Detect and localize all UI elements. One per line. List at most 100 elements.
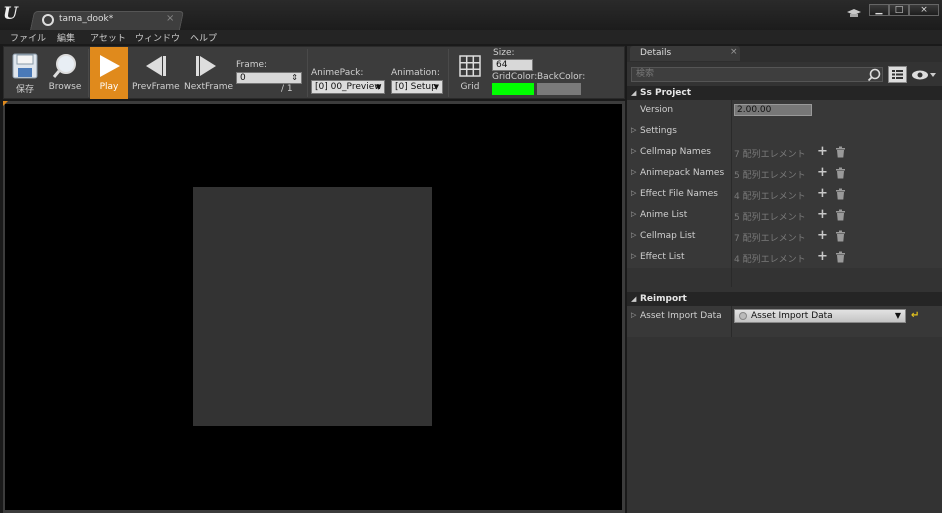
minimize-button[interactable]: ▁ xyxy=(869,4,889,16)
add-element-icon[interactable]: + xyxy=(817,207,828,222)
graduation-cap-icon[interactable] xyxy=(847,8,861,24)
menu-edit[interactable]: 編集 xyxy=(57,31,75,44)
eye-icon[interactable] xyxy=(911,68,937,82)
add-element-icon[interactable]: + xyxy=(817,249,828,264)
collapse-triangle-icon: ◢ xyxy=(631,295,637,303)
menu-window[interactable]: ウィンドウ xyxy=(135,31,180,44)
animepack-select[interactable]: [0] 00_Preview ▼ xyxy=(311,80,385,94)
property-value: 4 配列エレメント xyxy=(734,255,806,265)
grid-icon xyxy=(459,55,481,77)
animation-value: [0] Setup xyxy=(395,82,437,92)
trash-icon[interactable] xyxy=(835,230,846,242)
property-row-cellmap-list: ▷ Cellmap List 7 配列エレメント + xyxy=(627,226,942,247)
reset-arrow-icon[interactable]: ↵ xyxy=(911,310,919,321)
menu-bar: ファイル 編集 アセット ウィンドウ ヘルプ xyxy=(0,30,942,44)
back-color-swatch[interactable] xyxy=(537,83,581,95)
gridcolor-label: GridColor: xyxy=(492,72,538,82)
property-name: Effect List xyxy=(640,252,685,262)
category-reimport[interactable]: ◢ Reimport xyxy=(627,292,942,306)
sprite-preview-square xyxy=(193,187,432,426)
grid-color-swatch[interactable] xyxy=(492,83,534,95)
add-element-icon[interactable]: + xyxy=(817,144,828,159)
property-row-settings[interactable]: ▷ Settings xyxy=(627,121,942,142)
add-element-icon[interactable]: + xyxy=(817,186,828,201)
play-button[interactable]: Play xyxy=(90,47,128,99)
size-value: 64 xyxy=(496,60,508,70)
magnifier-icon xyxy=(52,54,76,78)
search-icon[interactable] xyxy=(867,68,881,82)
property-row-asset-import-data: ▷ Asset Import Data Asset Import Data ▼ … xyxy=(627,306,942,337)
browse-button[interactable]: Browse xyxy=(45,47,85,99)
add-element-icon[interactable]: + xyxy=(817,228,828,243)
asset-circle-icon xyxy=(739,312,747,320)
toolbar-divider xyxy=(448,49,449,97)
prev-frame-label: PrevFrame xyxy=(132,82,180,92)
unreal-logo-icon[interactable]: U xyxy=(3,4,23,24)
size-input[interactable]: 64 xyxy=(492,59,533,71)
title-bar: U tama_dook* × ▁ □ × xyxy=(0,0,942,30)
chevron-down-icon: ▼ xyxy=(433,83,439,91)
column-divider[interactable] xyxy=(731,100,732,287)
save-button[interactable]: 保存 xyxy=(6,47,44,99)
animepack-value: [0] 00_Preview xyxy=(315,82,382,92)
trash-icon[interactable] xyxy=(835,167,846,179)
property-value: 4 配列エレメント xyxy=(734,192,806,202)
maximize-button[interactable]: □ xyxy=(889,4,909,16)
expand-triangle-icon[interactable]: ▷ xyxy=(631,311,636,319)
expand-triangle-icon[interactable]: ▷ xyxy=(631,168,636,176)
grid-button[interactable]: Grid xyxy=(452,47,488,99)
prev-frame-button[interactable]: PrevFrame xyxy=(132,47,180,99)
expand-triangle-icon[interactable]: ▷ xyxy=(631,210,636,218)
trash-icon[interactable] xyxy=(835,188,846,200)
next-frame-label: NextFrame xyxy=(184,82,234,92)
property-value: 7 配列エレメント xyxy=(734,234,806,244)
toolbar-divider xyxy=(307,49,308,97)
expand-triangle-icon[interactable]: ▷ xyxy=(631,252,636,260)
asset-import-label: Asset Import Data xyxy=(640,311,722,321)
trash-icon[interactable] xyxy=(835,209,846,221)
details-tab-label: Details xyxy=(640,48,672,58)
menu-help[interactable]: ヘルプ xyxy=(190,31,217,44)
frame-input[interactable]: 0 ⇕ xyxy=(236,72,302,84)
play-icon xyxy=(100,55,120,77)
property-row-effect-list: ▷ Effect List 4 配列エレメント + xyxy=(627,247,942,268)
expand-triangle-icon[interactable]: ▷ xyxy=(631,147,636,155)
chevron-down-icon: ▼ xyxy=(894,311,901,320)
menu-file[interactable]: ファイル xyxy=(10,31,46,44)
asset-circle-icon xyxy=(42,14,54,26)
sprite-viewport[interactable] xyxy=(5,104,622,510)
expand-triangle-icon[interactable]: ▷ xyxy=(631,189,636,197)
property-name: Anime List xyxy=(640,210,688,220)
property-row-cellmap-names: ▷ Cellmap Names 7 配列エレメント + xyxy=(627,142,942,163)
search-input[interactable]: 検索 xyxy=(631,67,883,82)
next-frame-button[interactable]: NextFrame xyxy=(184,47,234,99)
menu-asset[interactable]: アセット xyxy=(90,31,126,44)
document-tab-close-icon[interactable]: × xyxy=(166,13,174,24)
version-label: Version xyxy=(640,105,674,115)
grid-view-icon[interactable] xyxy=(888,66,907,83)
category-label: Reimport xyxy=(640,294,687,304)
close-window-button[interactable]: × xyxy=(909,4,939,16)
property-name: Cellmap Names xyxy=(640,147,711,157)
property-row-anime-list: ▷ Anime List 5 配列エレメント + xyxy=(627,205,942,226)
version-field[interactable]: 2.00.00 xyxy=(734,104,812,116)
details-tab[interactable]: Details × xyxy=(630,46,740,61)
next-frame-icon xyxy=(196,56,216,76)
save-icon xyxy=(12,53,38,79)
details-tab-close-icon[interactable]: × xyxy=(730,47,738,57)
expand-triangle-icon[interactable]: ▷ xyxy=(631,126,636,134)
add-element-icon[interactable]: + xyxy=(817,165,828,180)
category-ss-project[interactable]: ◢ Ss Project xyxy=(627,86,942,100)
property-row-effect-file-names: ▷ Effect File Names 4 配列エレメント + xyxy=(627,184,942,205)
document-tab-content[interactable]: tama_dook* × xyxy=(42,12,180,29)
browse-label: Browse xyxy=(48,82,82,92)
animation-select[interactable]: [0] Setup ▼ xyxy=(391,80,443,94)
asset-import-select[interactable]: Asset Import Data ▼ xyxy=(734,309,906,323)
trash-icon[interactable] xyxy=(835,146,846,158)
expand-triangle-icon[interactable]: ▷ xyxy=(631,231,636,239)
save-label: 保存 xyxy=(15,85,34,95)
trash-icon[interactable] xyxy=(835,251,846,263)
details-panel: Details × 検索 ◢ Ss Project Version 2.00.0… xyxy=(627,46,942,513)
animepack-label: AnimePack: xyxy=(311,68,364,78)
property-name: Cellmap List xyxy=(640,231,696,241)
